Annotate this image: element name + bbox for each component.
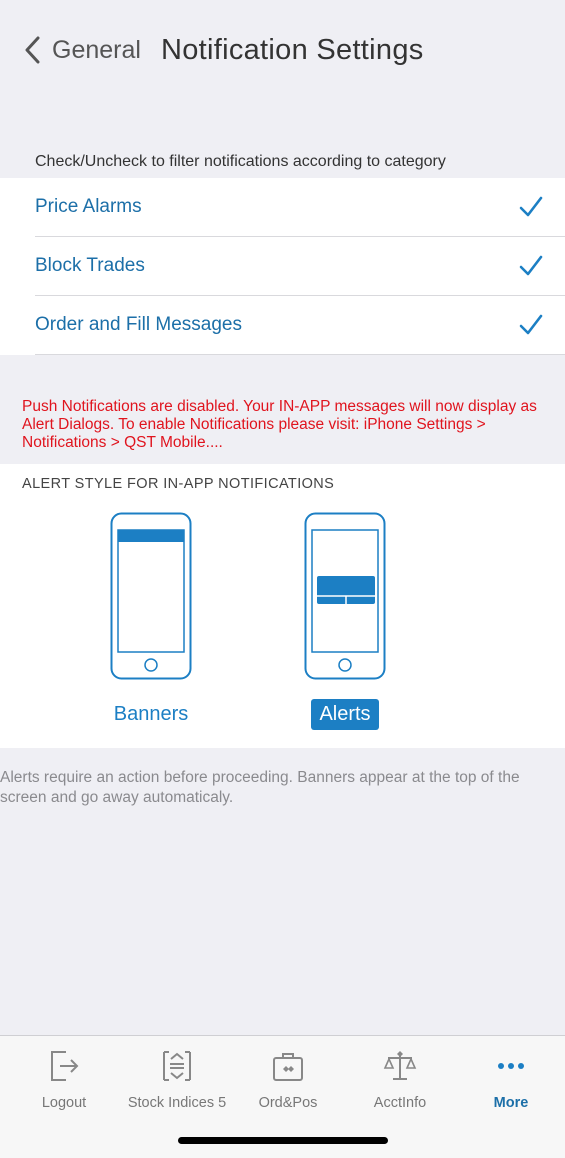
banner-phone-icon [110,512,192,680]
tab-label: Stock Indices 5 [127,1095,227,1111]
push-disabled-warning: Push Notifications are disabled. Your IN… [22,398,537,451]
chevron-left-icon [25,36,40,64]
alerts-option[interactable]: Alerts [290,512,400,730]
tab-label: Ord&Pos [258,1095,318,1111]
category-label: Order and Fill Messages [35,314,242,335]
category-list: Price Alarms Block Trades Order and Fill… [0,178,565,355]
more-dots-icon [498,1063,524,1069]
tab-stock-indices[interactable]: Stock Indices 5 [122,1046,232,1111]
checkmark-icon [519,314,543,335]
logout-icon [51,1051,79,1081]
alert-style-header: ALERT STYLE FOR IN-APP NOTIFICATIONS [22,476,335,492]
back-button-label: General [52,35,141,64]
tab-ord-pos[interactable]: Ord&Pos [233,1046,343,1111]
category-label: Block Trades [35,255,145,276]
briefcase-icon [273,1053,303,1081]
alert-style-footnote: Alerts require an action before proceedi… [0,769,520,806]
nav-bar: General Notification Settings [0,0,565,100]
alerts-label: Alerts [311,699,379,730]
category-row-order-fill[interactable]: Order and Fill Messages [35,296,565,355]
alert-style-section: ALERT STYLE FOR IN-APP NOTIFICATIONS Ban… [0,464,565,748]
tab-more[interactable]: More [456,1046,565,1111]
alert-phone-icon [304,512,386,680]
banners-label: Banners [113,703,189,725]
category-row-block-trades[interactable]: Block Trades [35,237,565,296]
scale-icon [383,1051,417,1080]
home-indicator[interactable] [178,1137,388,1144]
checkmark-icon [519,255,543,276]
tab-acct-info[interactable]: AcctInfo [345,1046,455,1111]
back-button[interactable]: General [24,36,141,65]
category-label: Price Alarms [35,196,142,217]
page-title: Notification Settings [160,33,424,66]
category-row-price-alarms[interactable]: Price Alarms [35,178,565,237]
categories-header: Check/Uncheck to filter notifications ac… [35,153,446,170]
banners-option[interactable]: Banners [96,512,206,730]
tab-label: Logout [41,1095,87,1111]
tab-label: More [493,1095,529,1111]
checkmark-icon [519,196,543,217]
tab-logout[interactable]: Logout [9,1046,119,1111]
stock-indices-icon [163,1051,191,1081]
tab-label: AcctInfo [373,1095,427,1111]
